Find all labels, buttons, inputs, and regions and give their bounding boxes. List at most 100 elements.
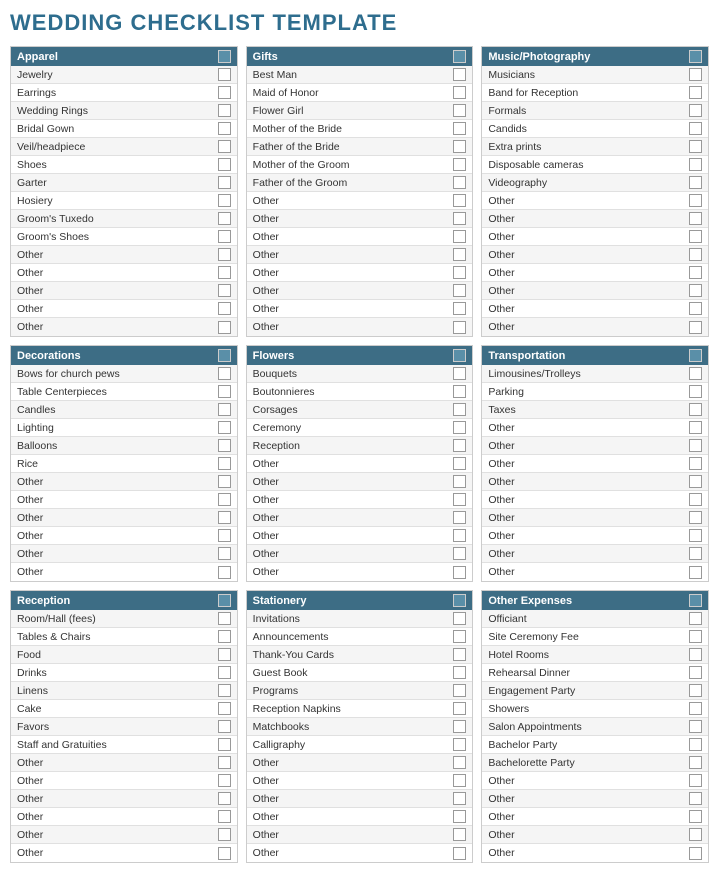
row-checkbox[interactable]	[453, 212, 466, 225]
row-checkbox[interactable]	[689, 648, 702, 661]
row-checkbox[interactable]	[689, 302, 702, 315]
row-checkbox[interactable]	[453, 385, 466, 398]
row-checkbox[interactable]	[218, 403, 231, 416]
row-checkbox[interactable]	[453, 367, 466, 380]
row-checkbox[interactable]	[218, 792, 231, 805]
row-checkbox[interactable]	[218, 810, 231, 823]
section-header-checkbox-decorations[interactable]	[218, 349, 231, 362]
row-checkbox[interactable]	[218, 367, 231, 380]
row-checkbox[interactable]	[689, 702, 702, 715]
row-checkbox[interactable]	[453, 828, 466, 841]
row-checkbox[interactable]	[453, 756, 466, 769]
row-checkbox[interactable]	[689, 511, 702, 524]
row-checkbox[interactable]	[218, 158, 231, 171]
row-checkbox[interactable]	[453, 321, 466, 334]
row-checkbox[interactable]	[453, 847, 466, 860]
row-checkbox[interactable]	[689, 321, 702, 334]
row-checkbox[interactable]	[689, 684, 702, 697]
row-checkbox[interactable]	[453, 248, 466, 261]
row-checkbox[interactable]	[218, 266, 231, 279]
row-checkbox[interactable]	[218, 702, 231, 715]
row-checkbox[interactable]	[689, 194, 702, 207]
row-checkbox[interactable]	[453, 566, 466, 579]
row-checkbox[interactable]	[218, 493, 231, 506]
row-checkbox[interactable]	[453, 493, 466, 506]
section-header-checkbox-apparel[interactable]	[218, 50, 231, 63]
row-checkbox[interactable]	[218, 612, 231, 625]
row-checkbox[interactable]	[218, 475, 231, 488]
row-checkbox[interactable]	[218, 648, 231, 661]
row-checkbox[interactable]	[218, 666, 231, 679]
row-checkbox[interactable]	[689, 792, 702, 805]
row-checkbox[interactable]	[689, 421, 702, 434]
row-checkbox[interactable]	[689, 230, 702, 243]
row-checkbox[interactable]	[218, 86, 231, 99]
row-checkbox[interactable]	[453, 158, 466, 171]
row-checkbox[interactable]	[689, 720, 702, 733]
row-checkbox[interactable]	[453, 738, 466, 751]
row-checkbox[interactable]	[453, 439, 466, 452]
row-checkbox[interactable]	[218, 630, 231, 643]
row-checkbox[interactable]	[218, 720, 231, 733]
row-checkbox[interactable]	[689, 86, 702, 99]
row-checkbox[interactable]	[453, 720, 466, 733]
row-checkbox[interactable]	[689, 140, 702, 153]
row-checkbox[interactable]	[453, 284, 466, 297]
row-checkbox[interactable]	[218, 684, 231, 697]
row-checkbox[interactable]	[689, 176, 702, 189]
section-header-checkbox-flowers[interactable]	[453, 349, 466, 362]
row-checkbox[interactable]	[453, 684, 466, 697]
row-checkbox[interactable]	[453, 421, 466, 434]
row-checkbox[interactable]	[689, 738, 702, 751]
row-checkbox[interactable]	[218, 547, 231, 560]
row-checkbox[interactable]	[453, 630, 466, 643]
row-checkbox[interactable]	[453, 774, 466, 787]
row-checkbox[interactable]	[689, 630, 702, 643]
row-checkbox[interactable]	[689, 104, 702, 117]
row-checkbox[interactable]	[453, 702, 466, 715]
row-checkbox[interactable]	[453, 547, 466, 560]
section-header-checkbox-gifts[interactable]	[453, 50, 466, 63]
row-checkbox[interactable]	[218, 230, 231, 243]
row-checkbox[interactable]	[689, 457, 702, 470]
row-checkbox[interactable]	[689, 810, 702, 823]
row-checkbox[interactable]	[453, 302, 466, 315]
row-checkbox[interactable]	[218, 385, 231, 398]
row-checkbox[interactable]	[689, 68, 702, 81]
row-checkbox[interactable]	[218, 529, 231, 542]
row-checkbox[interactable]	[453, 122, 466, 135]
row-checkbox[interactable]	[689, 367, 702, 380]
row-checkbox[interactable]	[689, 439, 702, 452]
row-checkbox[interactable]	[453, 403, 466, 416]
row-checkbox[interactable]	[453, 648, 466, 661]
row-checkbox[interactable]	[218, 212, 231, 225]
row-checkbox[interactable]	[218, 421, 231, 434]
row-checkbox[interactable]	[689, 122, 702, 135]
row-checkbox[interactable]	[689, 547, 702, 560]
row-checkbox[interactable]	[689, 666, 702, 679]
row-checkbox[interactable]	[218, 176, 231, 189]
row-checkbox[interactable]	[689, 403, 702, 416]
section-header-checkbox-other-expenses[interactable]	[689, 594, 702, 607]
row-checkbox[interactable]	[218, 511, 231, 524]
row-checkbox[interactable]	[218, 122, 231, 135]
row-checkbox[interactable]	[453, 86, 466, 99]
row-checkbox[interactable]	[453, 529, 466, 542]
row-checkbox[interactable]	[689, 248, 702, 261]
row-checkbox[interactable]	[218, 756, 231, 769]
row-checkbox[interactable]	[218, 774, 231, 787]
row-checkbox[interactable]	[453, 104, 466, 117]
row-checkbox[interactable]	[689, 284, 702, 297]
row-checkbox[interactable]	[453, 792, 466, 805]
row-checkbox[interactable]	[689, 529, 702, 542]
row-checkbox[interactable]	[689, 475, 702, 488]
row-checkbox[interactable]	[689, 828, 702, 841]
row-checkbox[interactable]	[218, 194, 231, 207]
row-checkbox[interactable]	[453, 475, 466, 488]
row-checkbox[interactable]	[218, 68, 231, 81]
row-checkbox[interactable]	[453, 666, 466, 679]
row-checkbox[interactable]	[218, 104, 231, 117]
row-checkbox[interactable]	[453, 511, 466, 524]
row-checkbox[interactable]	[453, 230, 466, 243]
row-checkbox[interactable]	[453, 176, 466, 189]
